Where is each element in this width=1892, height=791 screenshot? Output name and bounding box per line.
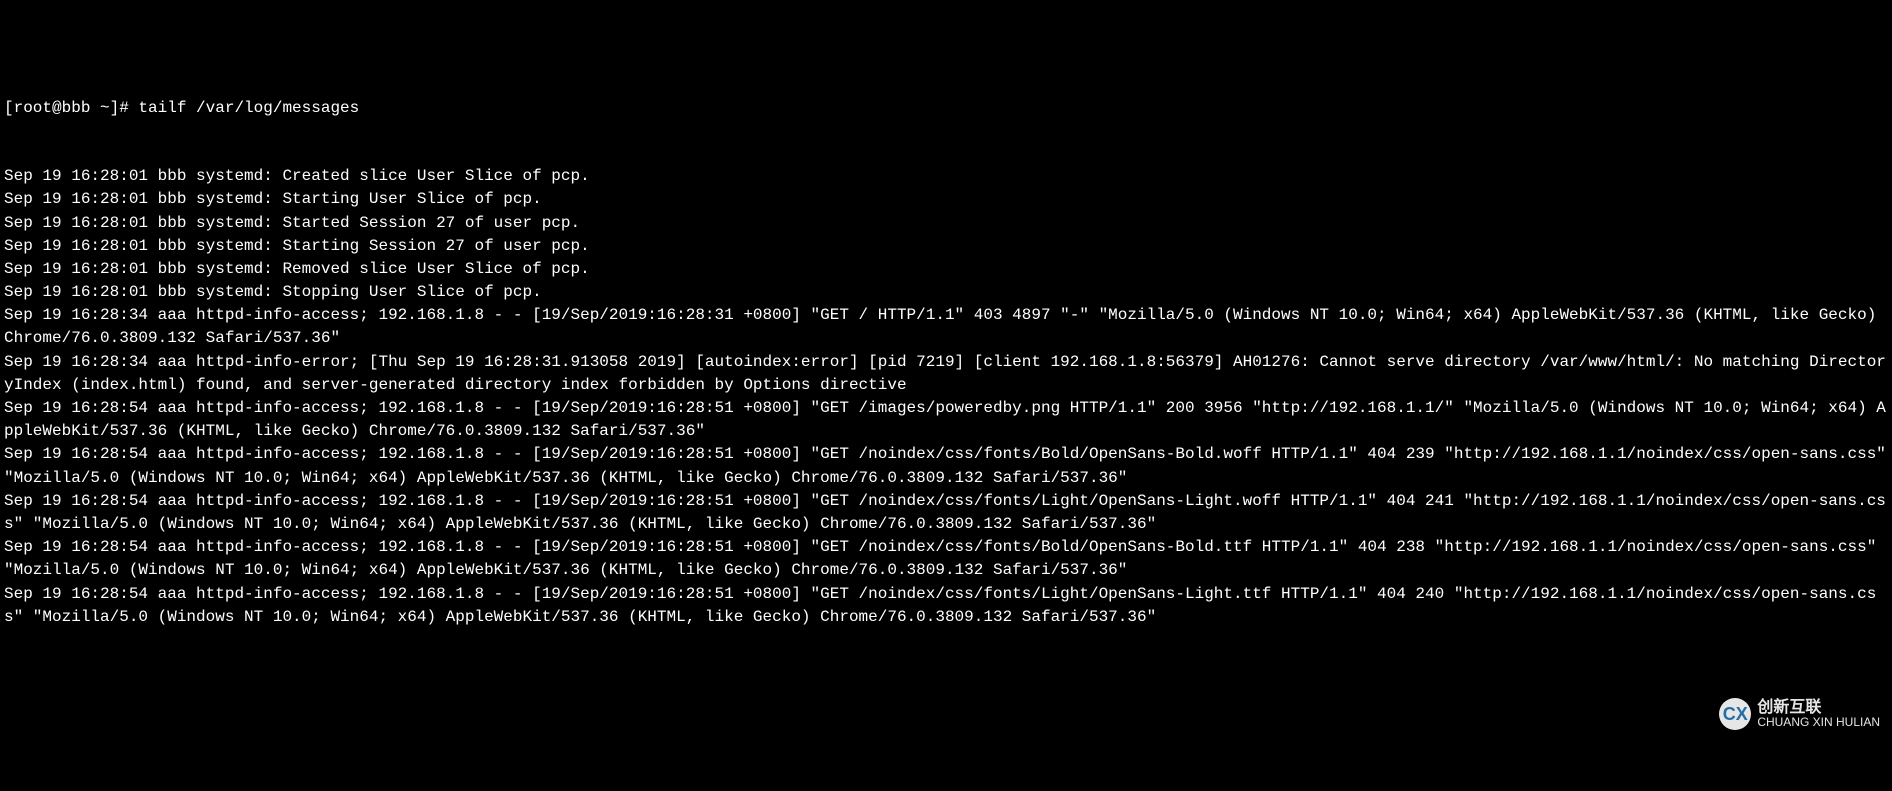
shell-prompt[interactable]: [root@bbb ~]# tailf /var/log/messages <box>4 97 1888 120</box>
log-line: Sep 19 16:28:01 bbb systemd: Removed sli… <box>4 258 1888 281</box>
log-line: Sep 19 16:28:54 aaa httpd-info-access; 1… <box>4 583 1888 629</box>
log-line: Sep 19 16:28:01 bbb systemd: Created sli… <box>4 165 1888 188</box>
watermark-text: 创新互联 CHUANG XIN HULIAN <box>1757 699 1880 730</box>
log-line: Sep 19 16:28:01 bbb systemd: Stopping Us… <box>4 281 1888 304</box>
watermark-logo-icon: CX <box>1719 698 1751 730</box>
log-line: Sep 19 16:28:01 bbb systemd: Started Ses… <box>4 212 1888 235</box>
log-line: Sep 19 16:28:01 bbb systemd: Starting Us… <box>4 188 1888 211</box>
log-line: Sep 19 16:28:01 bbb systemd: Starting Se… <box>4 235 1888 258</box>
watermark-line1: 创新互联 <box>1757 699 1880 717</box>
log-output: Sep 19 16:28:01 bbb systemd: Created sli… <box>4 165 1888 629</box>
watermark: CX 创新互联 CHUANG XIN HULIAN <box>1719 698 1880 730</box>
log-line: Sep 19 16:28:54 aaa httpd-info-access; 1… <box>4 397 1888 443</box>
log-line: Sep 19 16:28:54 aaa httpd-info-access; 1… <box>4 443 1888 489</box>
log-line: Sep 19 16:28:34 aaa httpd-info-access; 1… <box>4 304 1888 350</box>
watermark-line2: CHUANG XIN HULIAN <box>1757 716 1880 729</box>
log-line: Sep 19 16:28:34 aaa httpd-info-error; [T… <box>4 351 1888 397</box>
log-line: Sep 19 16:28:54 aaa httpd-info-access; 1… <box>4 536 1888 582</box>
log-line: Sep 19 16:28:54 aaa httpd-info-access; 1… <box>4 490 1888 536</box>
